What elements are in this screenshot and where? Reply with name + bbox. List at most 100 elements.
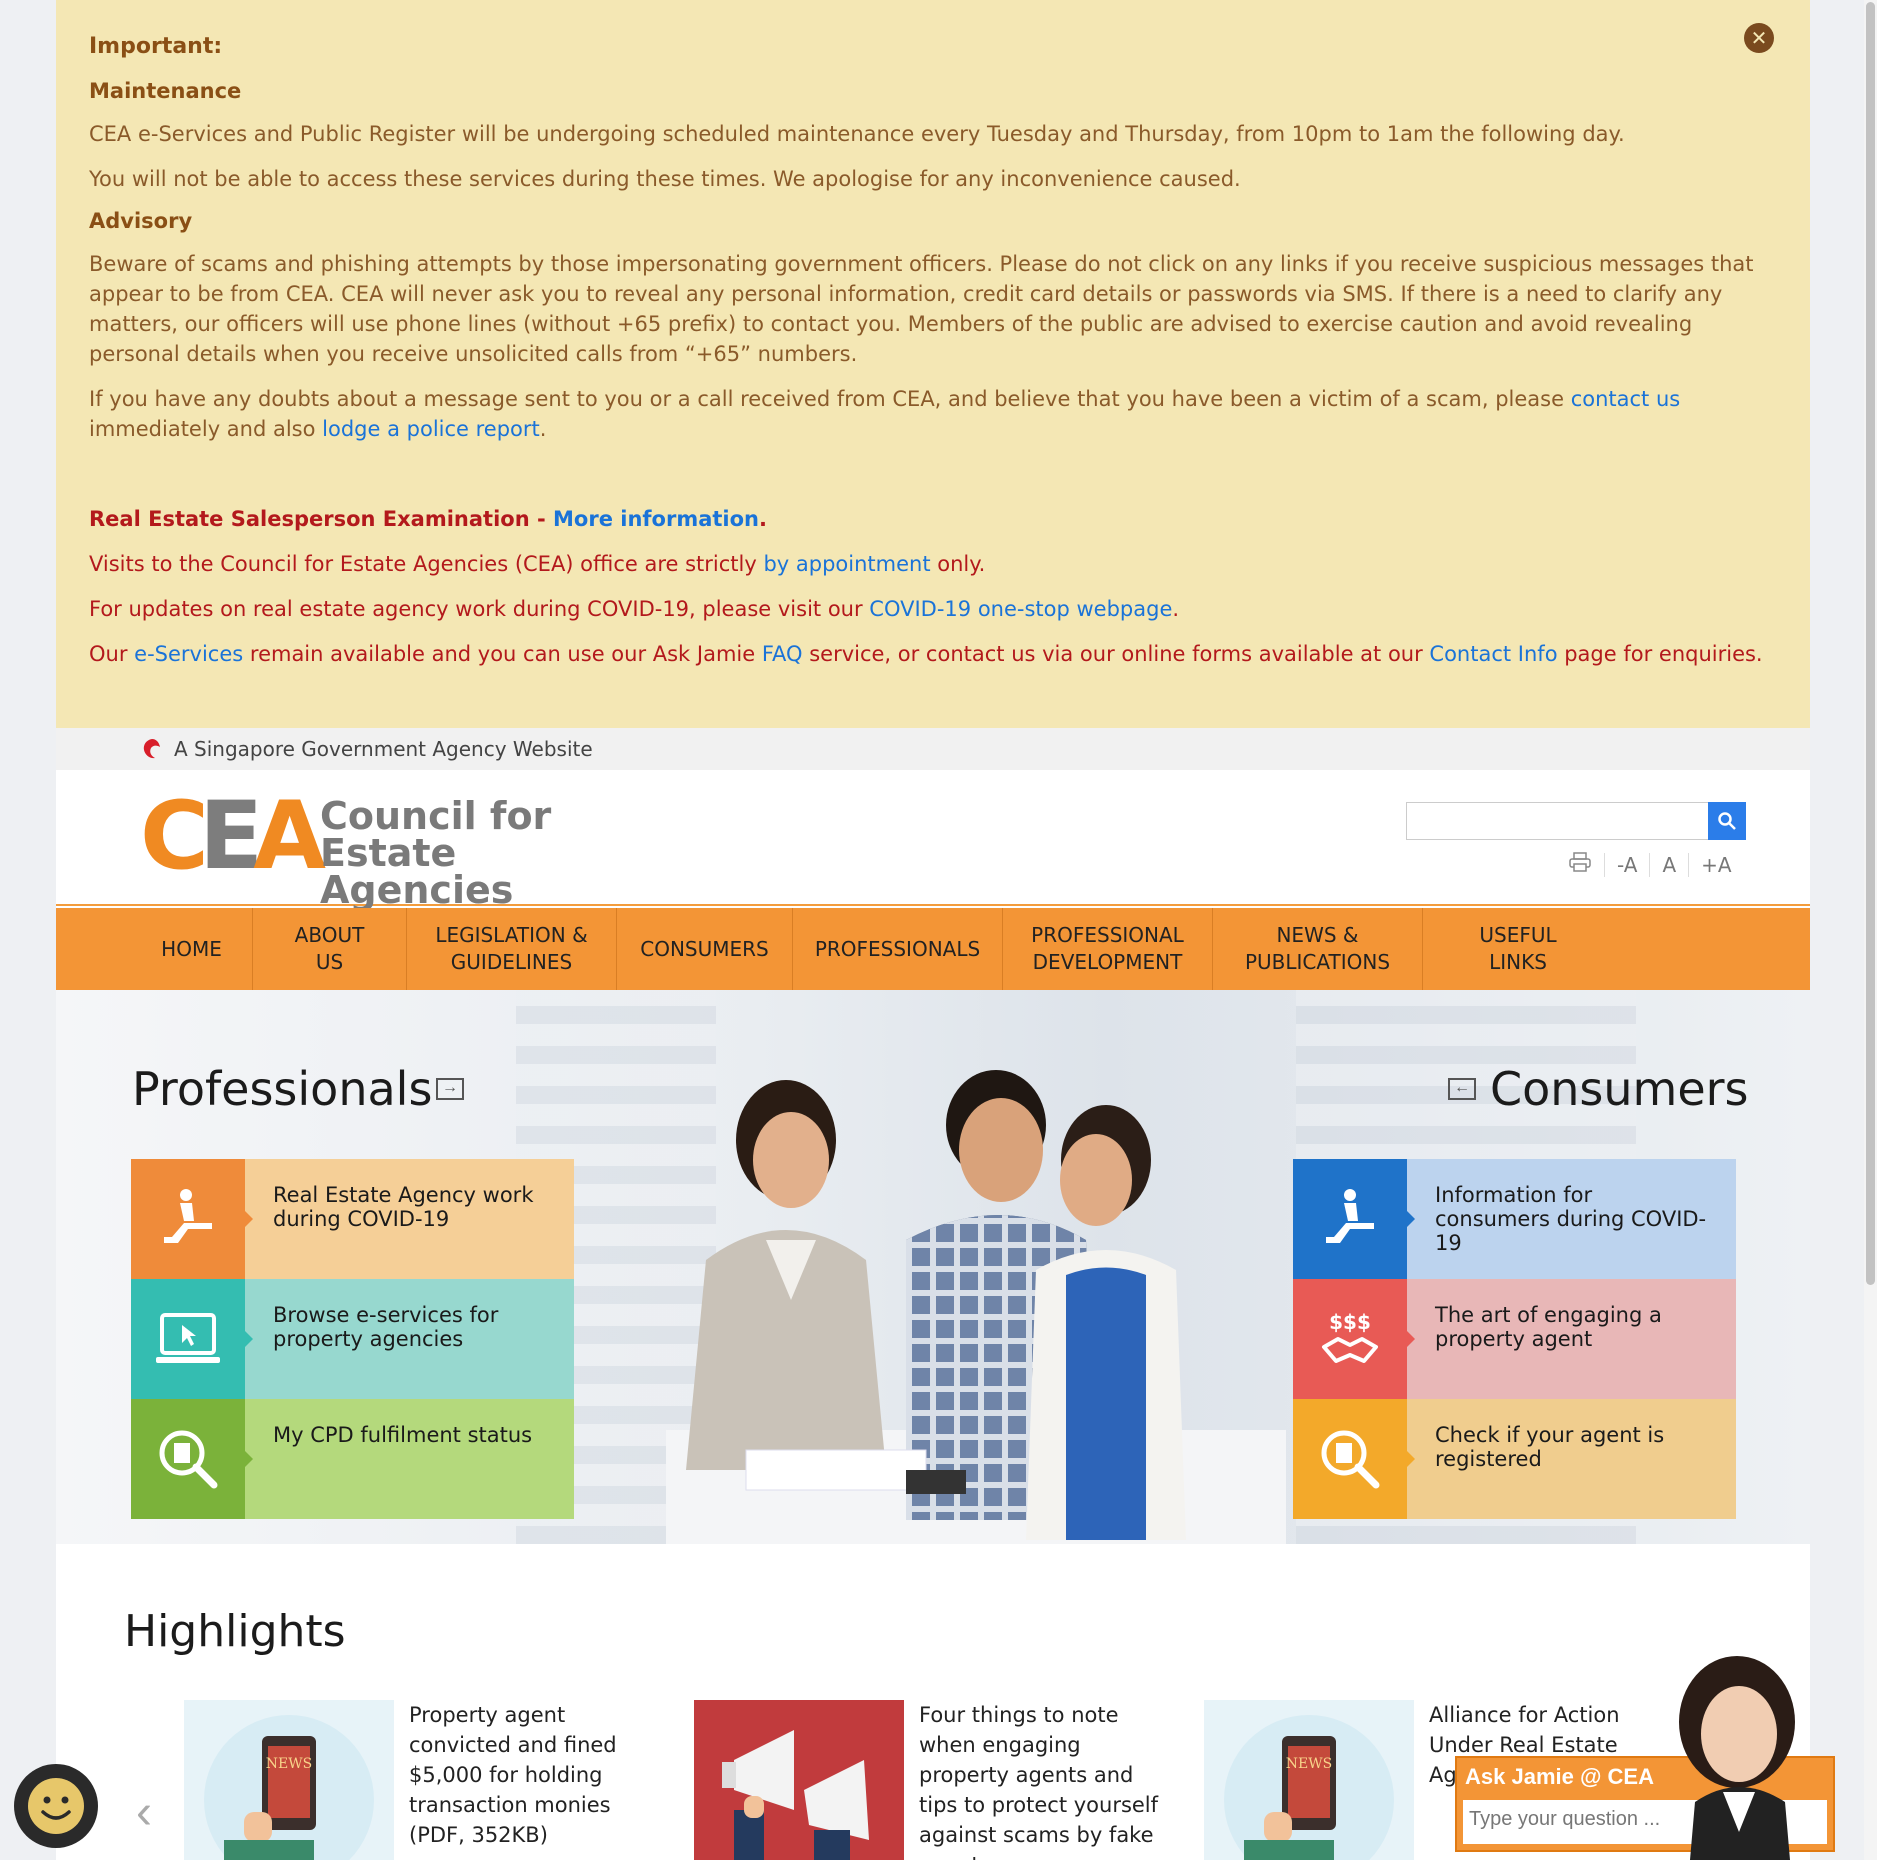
nav-label: PUBLICATIONS	[1244, 950, 1391, 974]
hero-banner: Professionals → Real Estate Agency work …	[56, 990, 1810, 1544]
covid-notice: For updates on real estate agency work d…	[89, 594, 1777, 624]
maintenance-text: CEA e-Services and Public Register will …	[89, 122, 1625, 146]
ic-bg	[131, 1279, 253, 1399]
eservices-text: page for enquiries.	[1557, 642, 1763, 666]
nav-useful-links[interactable]: USEFUL LINKS	[1423, 908, 1613, 990]
advisory-text-part: If you have any doubts about a message s…	[89, 387, 1571, 411]
cea-logo-mark: CEA	[140, 790, 326, 884]
arrow-left-icon[interactable]: ←	[1448, 1078, 1476, 1100]
jamie-avatar	[1679, 1656, 1795, 1860]
ic-bg	[131, 1399, 253, 1519]
contact-us-link[interactable]: contact us	[1571, 387, 1681, 411]
nav-label: PROFESSIONALS	[814, 936, 981, 961]
page: ✕ Important: Maintenance CEA e-Services …	[56, 0, 1810, 1860]
news-label: NEWS	[266, 1756, 312, 1772]
logo-letter: A	[253, 782, 326, 891]
nav-about-us[interactable]: ABOUT US	[253, 908, 407, 990]
faq-link[interactable]: FAQ	[762, 642, 803, 666]
covid-text-end: .	[1172, 597, 1180, 621]
magnifier-document-icon	[159, 1430, 218, 1489]
nav-news-publications[interactable]: NEWS & PUBLICATIONS	[1213, 908, 1423, 990]
search-icon	[1718, 812, 1736, 830]
important-notice: ✕ Important: Maintenance CEA e-Services …	[56, 0, 1810, 728]
nav-label: NEWS &	[1276, 923, 1359, 947]
nav-label: DEVELOPMENT	[1032, 950, 1183, 974]
more-information-link[interactable]: More information	[553, 507, 759, 531]
professionals-heading[interactable]: Professionals	[132, 1062, 432, 1116]
cea-logo[interactable]: CEA Council for Estate Agencies	[140, 790, 640, 910]
tile-agency-work-covid[interactable]: Real Estate Agency work during COVID-19	[131, 1159, 574, 1279]
site-header: CEA Council for Estate Agencies -A A +A	[56, 770, 1810, 910]
nav-label: CONSUMERS	[640, 936, 769, 961]
highlight-card[interactable]: Four things to note when engaging proper…	[694, 1700, 1174, 1860]
tile-label: My CPD fulfilment status	[245, 1399, 574, 1519]
search-input[interactable]	[1406, 802, 1746, 840]
highlight-text: Property agent convicted and fined $5,00…	[409, 1703, 617, 1847]
singapore-lion-icon	[143, 739, 160, 759]
by-appointment-link[interactable]: by appointment	[763, 552, 930, 576]
nav-label: HOME	[161, 936, 222, 961]
police-report-link[interactable]: lodge a police report	[322, 417, 540, 441]
arrow-right-icon[interactable]: →	[436, 1078, 464, 1100]
nav-home[interactable]: HOME	[131, 908, 253, 990]
nav-label: GUIDELINES	[450, 950, 573, 974]
visits-notice: Visits to the Council for Estate Agencie…	[89, 549, 1777, 579]
megaphones-thumbnail	[694, 1700, 904, 1860]
advisory-heading: Advisory	[89, 209, 193, 233]
nav-legislation-guidelines[interactable]: LEGISLATION & GUIDELINES	[407, 908, 617, 990]
font-reset-button[interactable]: A	[1649, 852, 1688, 877]
tile-browse-eservices[interactable]: Browse e-services for property agencies	[131, 1279, 574, 1399]
tile-consumer-covid-info[interactable]: Information for consumers during COVID-1…	[1293, 1159, 1736, 1279]
tile-label: Real Estate Agency work during COVID-19	[245, 1159, 574, 1279]
tile-engaging-agent[interactable]: $$$ The art of engaging a property agent	[1293, 1279, 1736, 1399]
ic-bg	[131, 1159, 253, 1279]
covid-webpage-link[interactable]: COVID-19 one-stop webpage	[869, 597, 1172, 621]
gov-agency-text: A Singapore Government Agency Website	[174, 737, 593, 761]
exam-notice: Real Estate Salesperson Examination - Mo…	[89, 504, 1777, 534]
page-scrollbar[interactable]	[1864, 0, 1877, 1860]
contact-info-link[interactable]: Contact Info	[1429, 642, 1557, 666]
visits-text: Visits to the Council for Estate Agencie…	[89, 552, 764, 576]
person-escalator-icon	[1326, 1189, 1374, 1243]
gov-agency-bar: A Singapore Government Agency Website	[56, 728, 1810, 770]
main-nav: HOME ABOUT US LEGISLATION & GUIDELINES CO…	[56, 908, 1810, 990]
news-phone-thumbnail: NEWS	[1204, 1700, 1414, 1860]
notice-heading: Important:	[89, 34, 223, 59]
logo-wordmark: Council for Estate Agencies	[320, 794, 640, 909]
search-button[interactable]	[1708, 802, 1746, 840]
scrollbar-thumb[interactable]	[1866, 2, 1875, 1285]
eservices-link[interactable]: e-Services	[134, 642, 243, 666]
eservices-notice: Our e-Services remain available and you …	[89, 639, 1777, 669]
news-phone-thumbnail: NEWS	[184, 1700, 394, 1860]
nav-label: ABOUT US	[294, 923, 365, 974]
print-button[interactable]	[1556, 852, 1604, 877]
consumers-heading[interactable]: Consumers	[1490, 1062, 1749, 1116]
highlight-card[interactable]: NEWS Property agent convicted and fined …	[184, 1700, 664, 1860]
logo-letter: C	[140, 782, 209, 891]
font-increase-button[interactable]: +A	[1688, 852, 1743, 877]
tile-label: Check if your agent is registered	[1407, 1399, 1736, 1519]
font-decrease-button[interactable]: -A	[1604, 852, 1649, 877]
consumers-tiles: Information for consumers during COVID-1…	[1293, 1159, 1736, 1519]
page-tools: -A A +A	[1556, 852, 1744, 877]
tile-check-agent[interactable]: Check if your agent is registered	[1293, 1399, 1736, 1519]
close-notice-button[interactable]: ✕	[1744, 23, 1774, 53]
advisory-text-part: .	[539, 417, 547, 441]
ic-bg	[1293, 1399, 1415, 1519]
printer-icon	[1569, 852, 1591, 872]
laptop-cursor-icon	[156, 1313, 220, 1363]
covid-text: For updates on real estate agency work d…	[89, 597, 870, 621]
feedback-button[interactable]	[14, 1764, 98, 1848]
tile-cpd-status[interactable]: My CPD fulfilment status	[131, 1399, 574, 1519]
exam-text: Real Estate Salesperson Examination -	[89, 507, 554, 531]
nav-professionals[interactable]: PROFESSIONALS	[793, 908, 1003, 990]
nav-label: USEFUL LINKS	[1479, 923, 1557, 974]
eservices-text: Our	[89, 642, 135, 666]
carousel-prev-button[interactable]: ‹	[136, 1785, 152, 1840]
tile-label: Information for consumers during COVID-1…	[1407, 1159, 1736, 1279]
nav-professional-development[interactable]: PROFESSIONAL DEVELOPMENT	[1003, 908, 1213, 990]
exam-end: .	[759, 507, 767, 531]
nav-consumers[interactable]: CONSUMERS	[617, 908, 793, 990]
logo-line-1: Council for	[320, 794, 552, 838]
highlight-text: Four things to note when engaging proper…	[919, 1703, 1159, 1860]
